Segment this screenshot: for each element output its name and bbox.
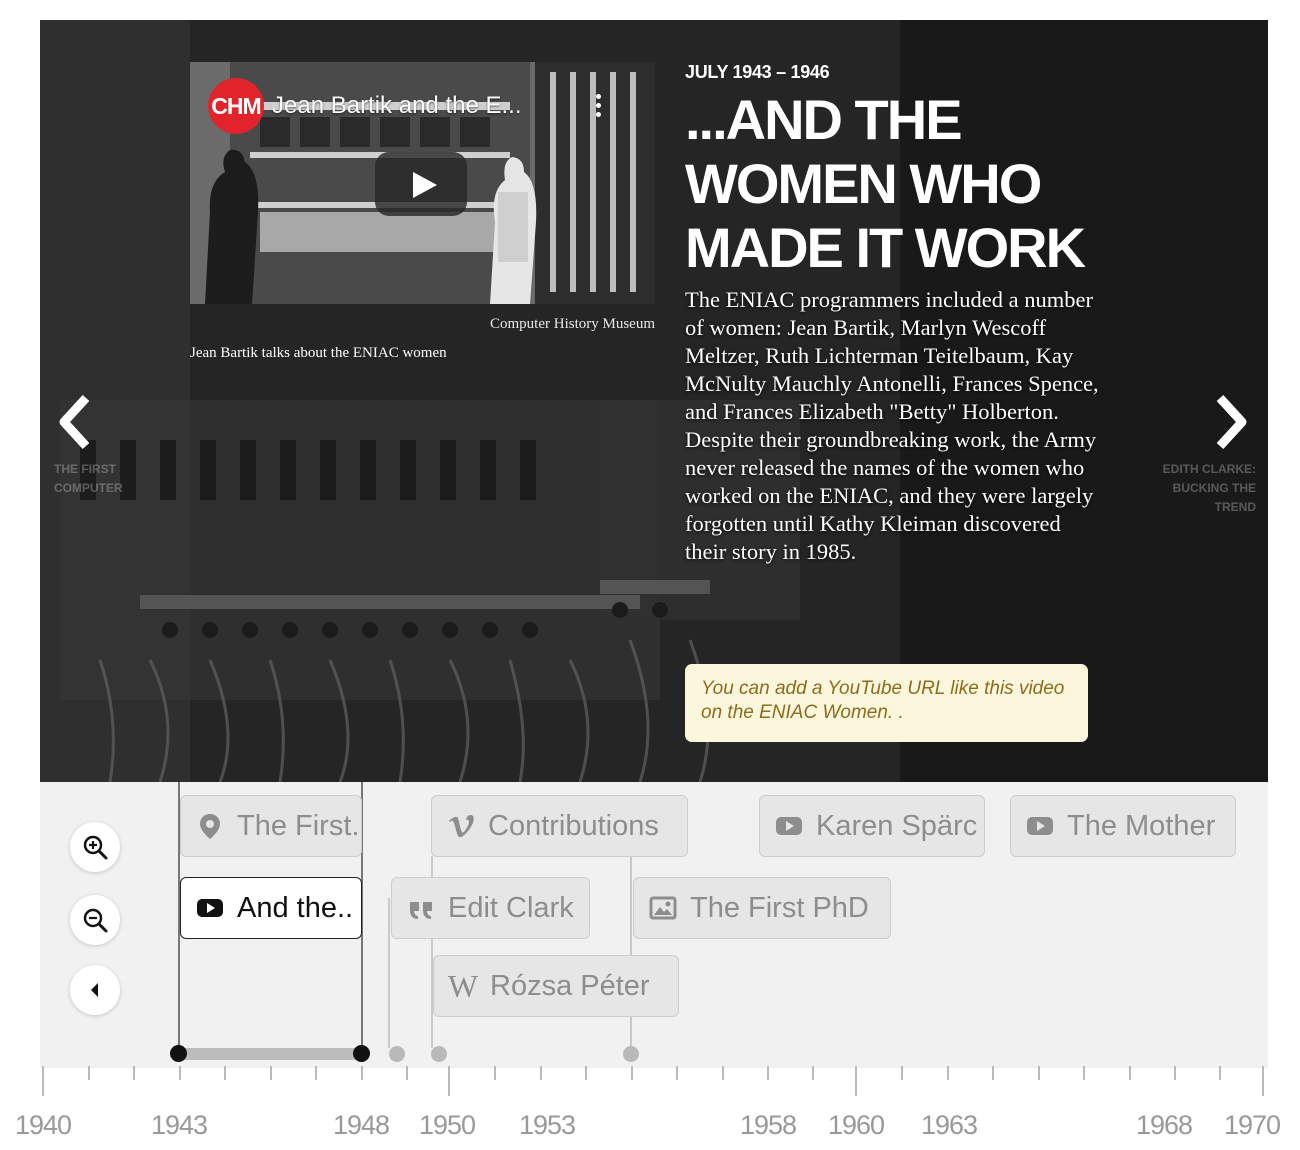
axis-tick: [901, 1066, 903, 1080]
marker-label: Karen Spärc: [816, 809, 978, 842]
next-slide-caption[interactable]: EDITH CLARKE: BUCKING THE TREND: [1146, 460, 1256, 517]
timeline-marker[interactable]: Contributions: [431, 795, 688, 857]
axis-tick: [767, 1066, 769, 1080]
chevron-left-icon: [59, 394, 90, 450]
more-options-icon[interactable]: [594, 94, 602, 120]
axis-tick: [1174, 1066, 1176, 1080]
zoom-out-icon: [83, 908, 108, 933]
media-caption: Jean Bartik talks about the ENIAC women: [190, 345, 447, 361]
next-slide-button[interactable]: [1210, 392, 1254, 452]
chm-channel-logo[interactable]: CHM: [208, 78, 264, 134]
caret-left-icon: [91, 983, 98, 997]
timeline-app: THE FIRST COMPUTER EDITH CLARKE: BUCKING…: [0, 0, 1300, 1150]
axis-label: 1960: [827, 1110, 885, 1140]
wikipedia-icon: W: [447, 967, 479, 1004]
play-icon[interactable]: [375, 152, 467, 216]
marker-dot[interactable]: [353, 1045, 370, 1062]
slide-headline: ...AND THE WOMEN WHO MADE IT WORK: [685, 88, 1086, 279]
axis-label: 1943: [150, 1110, 208, 1140]
previous-slide-caption[interactable]: THE FIRST COMPUTER: [54, 460, 164, 498]
axis-tick: [812, 1066, 814, 1080]
axis-label: 1948: [332, 1110, 390, 1140]
quote-icon: [406, 893, 436, 923]
zoom-in-icon: [83, 835, 108, 860]
axis-tick: [1038, 1066, 1040, 1080]
axis-tick: [722, 1066, 724, 1080]
marker-label: The First..: [237, 809, 362, 842]
timeline-marker[interactable]: Edit Clark: [391, 877, 590, 939]
timeline-marker-active[interactable]: And the..: [180, 877, 362, 939]
axis-tick: [315, 1066, 317, 1080]
axis-tick: [88, 1066, 90, 1080]
tip-callout: You can add a YouTube URL like this vide…: [685, 664, 1088, 742]
youtube-icon: [774, 811, 804, 841]
back-to-start-button[interactable]: [70, 965, 120, 1015]
axis-label: 1970: [1223, 1110, 1281, 1140]
axis-label: 1963: [920, 1110, 978, 1140]
timeline-marker[interactable]: The First..: [180, 795, 362, 857]
youtube-video-embed[interactable]: CHM Jean Bartik and the E...: [190, 62, 655, 304]
marker-label: Edit Clark: [448, 891, 574, 924]
axis-tick: [947, 1066, 949, 1080]
chevron-right-icon: [1216, 394, 1247, 450]
marker-dot[interactable]: [431, 1046, 447, 1062]
video-title[interactable]: Jean Bartik and the E...: [272, 92, 521, 120]
slide-date: JULY 1943 – 1946: [685, 62, 830, 82]
axis-tick: [1219, 1066, 1221, 1080]
axis-tick: [224, 1066, 226, 1080]
timeline-navigator[interactable]: The First.. And the.. Contributions Edit…: [40, 782, 1268, 1068]
axis-tick: [42, 1066, 44, 1096]
axis-tick: [361, 1066, 363, 1080]
map-pin-icon: [195, 811, 225, 841]
slide-body-text: The ENIAC programmers included a number …: [685, 287, 1099, 564]
youtube-icon: [195, 893, 225, 923]
marker-line: [388, 898, 390, 1048]
axis-label: 1958: [739, 1110, 797, 1140]
axis-tick: [992, 1066, 994, 1080]
axis-tick: [676, 1066, 678, 1080]
axis-label: 1940: [14, 1110, 72, 1140]
marker-label: Rózsa Péter: [490, 969, 650, 1002]
axis-tick: [133, 1066, 135, 1080]
axis-label: 1968: [1135, 1110, 1193, 1140]
timeline-marker[interactable]: W Rózsa Péter: [433, 955, 679, 1017]
axis-tick: [406, 1066, 408, 1080]
vimeo-icon: [446, 811, 476, 841]
active-era-range: [179, 1048, 361, 1060]
marker-label: Contributions: [488, 809, 659, 842]
media-credit: Computer History Museum: [490, 316, 655, 332]
marker-label: The Mother: [1067, 809, 1216, 842]
image-icon: [648, 893, 678, 923]
marker-label: The First PhD: [690, 891, 869, 924]
zoom-out-button[interactable]: [70, 895, 120, 945]
axis-label: 1950: [418, 1110, 476, 1140]
time-axis: 1940 1943 1948 1950 1953 1958 1960 1963 …: [0, 1066, 1300, 1150]
zoom-in-button[interactable]: [70, 822, 120, 872]
axis-tick: [179, 1066, 181, 1080]
youtube-icon: [1025, 811, 1055, 841]
marker-dot[interactable]: [623, 1046, 639, 1062]
marker-dot[interactable]: [389, 1046, 405, 1062]
previous-slide-button[interactable]: [52, 392, 96, 452]
marker-line: [630, 856, 632, 1048]
axis-tick: [270, 1066, 272, 1080]
marker-label: And the..: [237, 891, 354, 924]
marker-dot[interactable]: [170, 1045, 187, 1062]
timeline-marker[interactable]: Karen Spärc: [759, 795, 985, 857]
axis-tick: [1262, 1066, 1264, 1096]
axis-tick: [540, 1066, 542, 1080]
timeline-marker[interactable]: The First PhD: [633, 877, 891, 939]
axis-label: 1953: [518, 1110, 576, 1140]
axis-tick: [1129, 1066, 1131, 1080]
axis-tick: [585, 1066, 587, 1080]
axis-tick: [448, 1066, 450, 1096]
slide: THE FIRST COMPUTER EDITH CLARKE: BUCKING…: [40, 20, 1268, 782]
timeline-marker[interactable]: The Mother: [1010, 795, 1236, 857]
axis-tick: [494, 1066, 496, 1080]
axis-tick: [855, 1066, 857, 1096]
axis-tick: [1083, 1066, 1085, 1080]
axis-tick: [631, 1066, 633, 1080]
